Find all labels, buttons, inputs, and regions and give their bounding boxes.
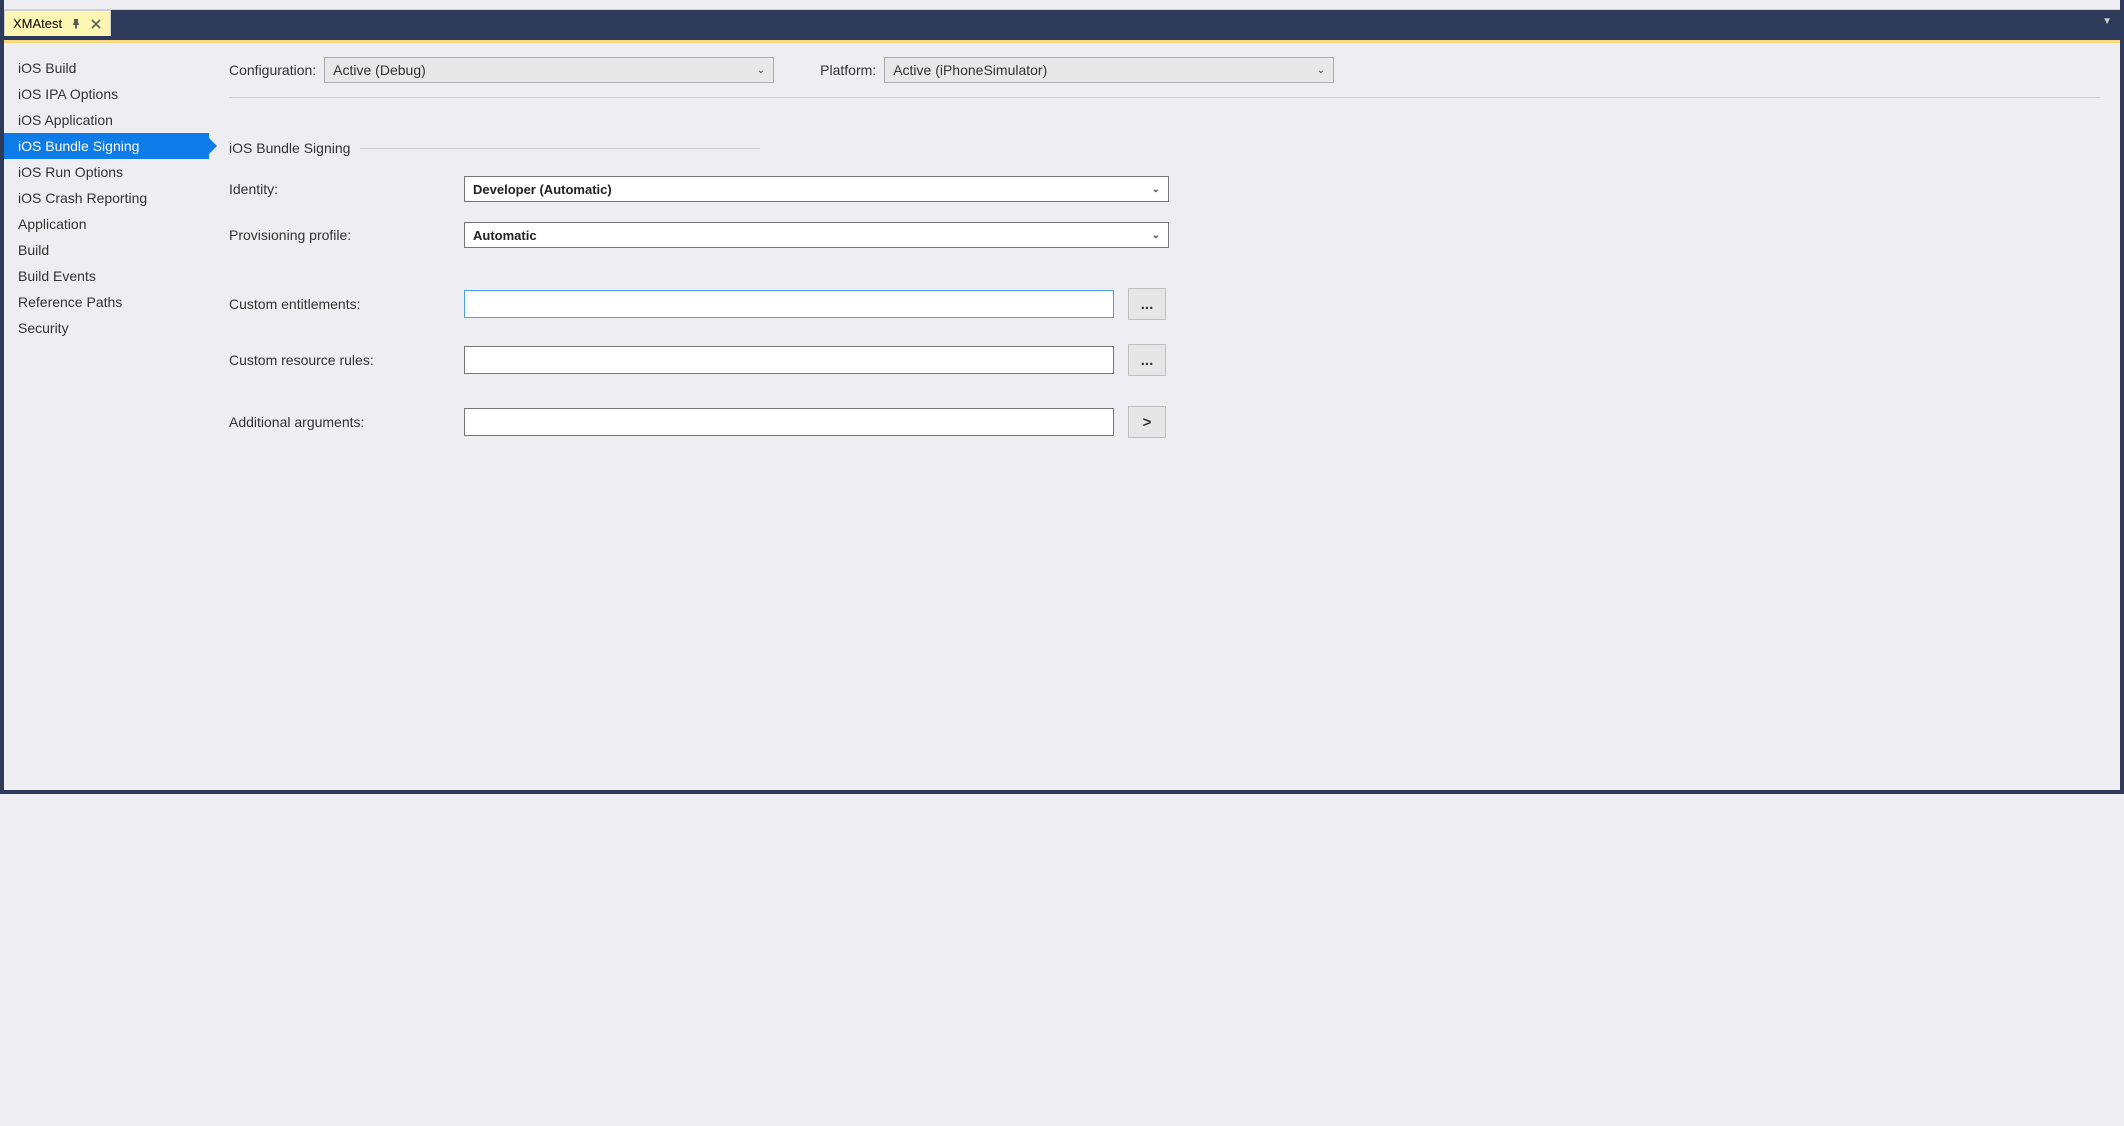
provisioning-label: Provisioning profile: [229,227,464,243]
chevron-down-icon: ⌄ [757,65,765,76]
configuration-select[interactable]: Active (Debug) ⌄ [324,57,774,83]
main-content: Configuration: Active (Debug) ⌄ Platform… [209,43,2120,790]
sidebar-item-security[interactable]: Security [4,315,209,341]
provisioning-row: Provisioning profile: Automatic ⌄ [229,222,2100,248]
section-divider [360,148,760,149]
configuration-value: Active (Debug) [333,62,426,78]
tab-strip: XMAtest ▼ [4,10,2120,40]
toolbar-stub [4,0,2120,10]
pin-icon[interactable] [70,18,82,30]
identity-value: Developer (Automatic) [473,182,612,197]
sidebar-item-build[interactable]: Build [4,237,209,263]
sidebar-item-ios-application[interactable]: iOS Application [4,107,209,133]
document-tab[interactable]: XMAtest [4,10,111,36]
args-row: Additional arguments: > [229,406,2100,438]
sidebar-item-ios-crash-reporting[interactable]: iOS Crash Reporting [4,185,209,211]
tab-overflow-icon[interactable]: ▼ [2102,10,2120,27]
rules-label: Custom resource rules: [229,352,464,368]
sidebar-item-ios-ipa-options[interactable]: iOS IPA Options [4,81,209,107]
sidebar-item-reference-paths[interactable]: Reference Paths [4,289,209,315]
platform-value: Active (iPhoneSimulator) [893,62,1047,78]
rules-input[interactable] [464,346,1114,374]
identity-row: Identity: Developer (Automatic) ⌄ [229,176,2100,202]
sidebar-item-ios-build[interactable]: iOS Build [4,55,209,81]
args-label: Additional arguments: [229,414,464,430]
sidebar-item-ios-bundle-signing[interactable]: iOS Bundle Signing [4,133,209,159]
args-input[interactable] [464,408,1114,436]
chevron-down-icon: ⌄ [1152,184,1160,195]
entitlements-label: Custom entitlements: [229,296,464,312]
document-tab-title: XMAtest [13,16,62,31]
config-row: Configuration: Active (Debug) ⌄ Platform… [229,57,2100,98]
close-icon[interactable] [90,18,102,30]
provisioning-value: Automatic [473,228,537,243]
entitlements-browse-button[interactable]: ... [1128,288,1166,320]
chevron-down-icon: ⌄ [1152,230,1160,241]
section-header: iOS Bundle Signing [229,140,2100,156]
sidebar-item-ios-run-options[interactable]: iOS Run Options [4,159,209,185]
identity-label: Identity: [229,181,464,197]
section-title: iOS Bundle Signing [229,140,350,156]
rules-browse-button[interactable]: ... [1128,344,1166,376]
chevron-down-icon: ⌄ [1317,65,1325,76]
provisioning-select[interactable]: Automatic ⌄ [464,222,1169,248]
sidebar-item-application[interactable]: Application [4,211,209,237]
window-frame: XMAtest ▼ iOS Build iOS IPA Options iOS … [0,0,2124,794]
entitlements-row: Custom entitlements: ... [229,288,2100,320]
platform-select[interactable]: Active (iPhoneSimulator) ⌄ [884,57,1334,83]
sidebar: iOS Build iOS IPA Options iOS Applicatio… [4,43,209,790]
entitlements-input[interactable] [464,290,1114,318]
configuration-label: Configuration: [229,62,316,78]
rules-row: Custom resource rules: ... [229,344,2100,376]
platform-label: Platform: [820,62,876,78]
sidebar-item-build-events[interactable]: Build Events [4,263,209,289]
identity-select[interactable]: Developer (Automatic) ⌄ [464,176,1169,202]
args-more-button[interactable]: > [1128,406,1166,438]
properties-panel: iOS Build iOS IPA Options iOS Applicatio… [4,40,2120,790]
